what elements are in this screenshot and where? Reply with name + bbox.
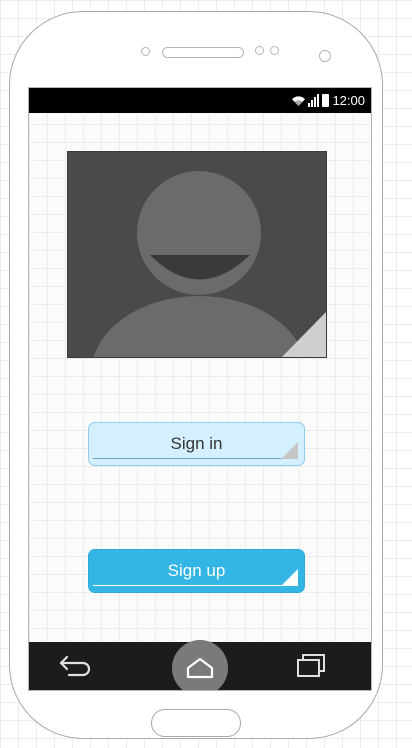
avatar-image [67, 151, 327, 358]
status-icons [291, 94, 330, 107]
nav-home-button[interactable] [169, 640, 231, 690]
light-sensor [270, 46, 279, 55]
phone-screen: 12:00 Sign in Sign up [28, 87, 372, 691]
navigation-bar [29, 640, 371, 690]
status-bar: 12:00 [29, 88, 371, 113]
secondary-camera [319, 50, 331, 62]
wifi-icon [292, 96, 306, 106]
sign-up-corner-icon [281, 569, 298, 586]
status-time: 12:00 [332, 93, 365, 108]
sign-in-button[interactable]: Sign in [88, 422, 305, 466]
sign-up-underline [93, 585, 282, 586]
signal-icon [308, 94, 320, 107]
nav-back-button[interactable] [45, 642, 105, 690]
recent-apps-icon [297, 654, 325, 677]
sign-in-underline [93, 458, 282, 459]
sign-in-label: Sign in [170, 434, 223, 453]
front-camera [141, 47, 150, 56]
home-highlight [172, 640, 228, 690]
hardware-home-button[interactable] [151, 709, 241, 737]
proximity-sensor [255, 46, 264, 55]
sign-up-button[interactable]: Sign up [88, 549, 305, 593]
nav-recent-button[interactable] [281, 642, 341, 690]
sign-in-corner-icon [281, 442, 298, 459]
home-icon [186, 657, 214, 679]
sign-up-label: Sign up [167, 561, 226, 580]
battery-icon [322, 94, 330, 107]
earpiece-speaker [162, 47, 244, 58]
user-silhouette-icon [93, 171, 326, 357]
back-icon [59, 655, 91, 677]
